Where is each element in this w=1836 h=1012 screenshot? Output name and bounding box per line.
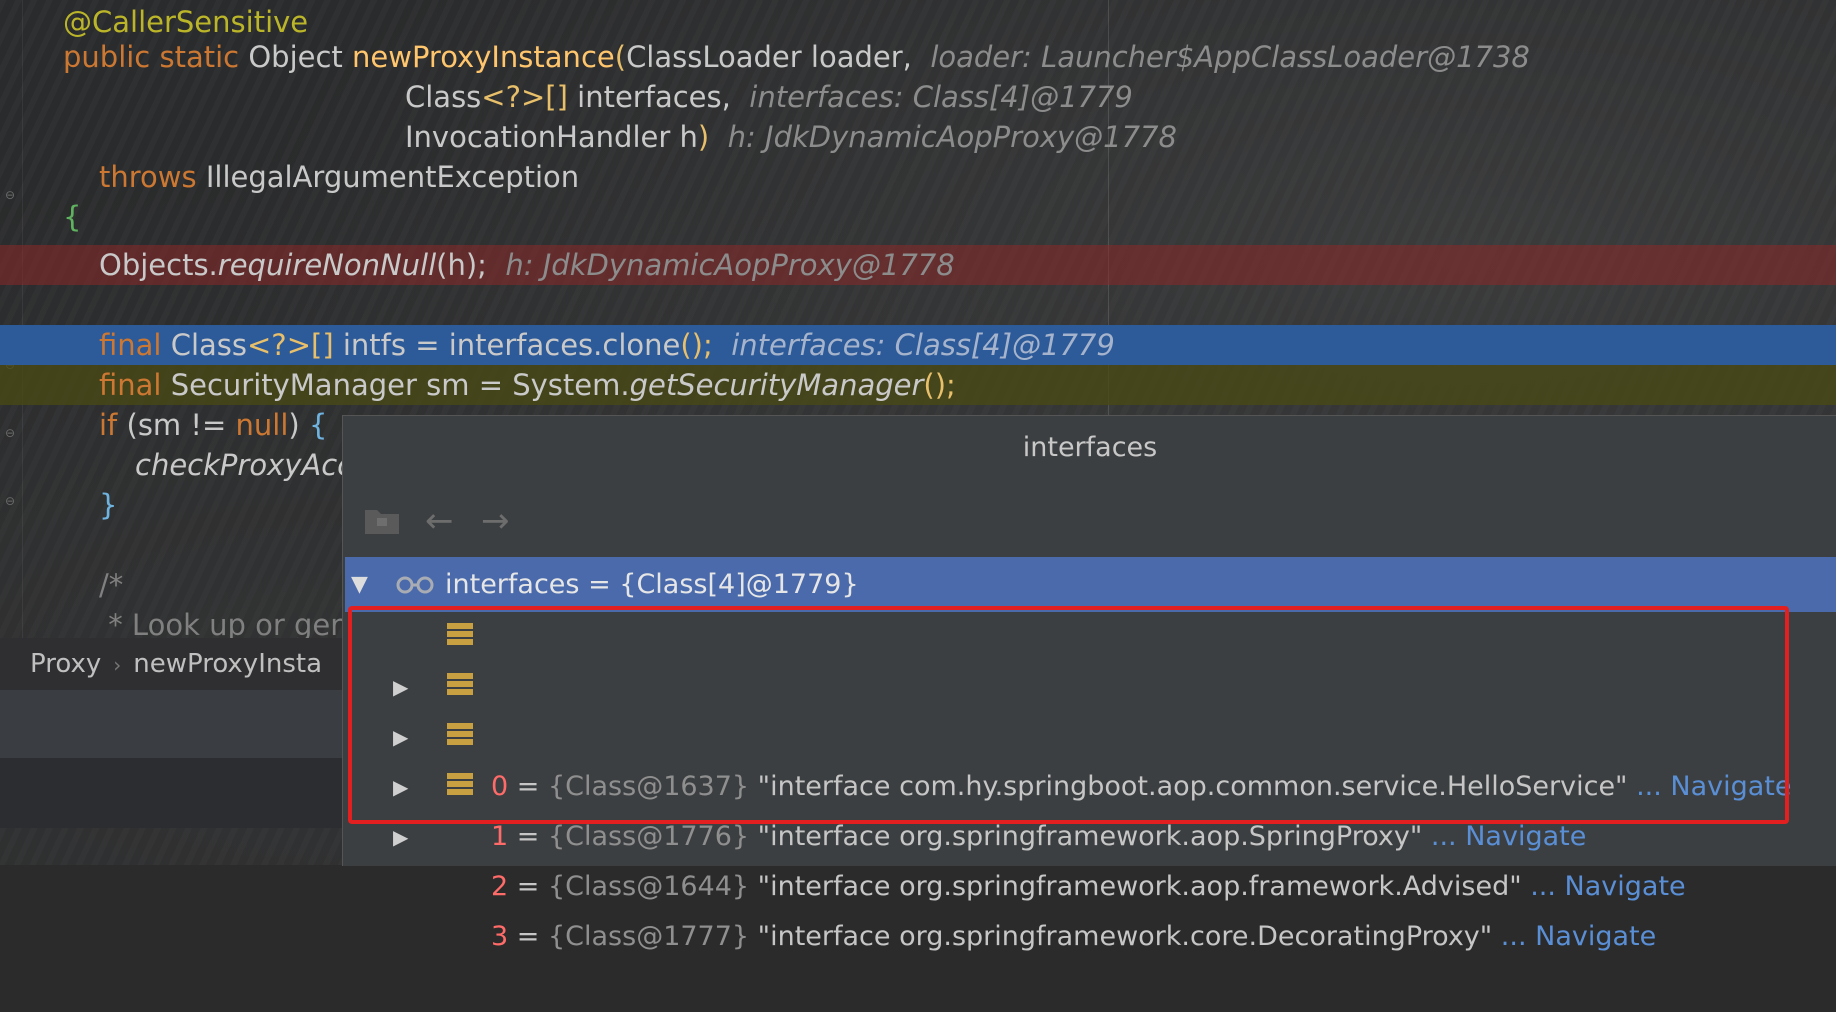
code-line: { — [0, 197, 1836, 237]
keyword: final — [99, 328, 162, 362]
popup-title: interfaces — [1022, 432, 1158, 463]
value-string: "interface org.springframework.core.Deco… — [749, 921, 1493, 952]
method-name: newProxyInstance — [352, 40, 615, 74]
brace: { — [308, 408, 328, 442]
inline-debug-value: interfaces: Class[4]@1779 — [731, 328, 1115, 362]
type-name: IllegalArgumentException — [205, 160, 580, 194]
keyword: null — [235, 408, 289, 442]
code-line: InvocationHandler h) h: JdkDynamicAopPro… — [0, 117, 1836, 157]
keyword: throws — [99, 160, 197, 194]
debug-panel-header — [0, 690, 345, 758]
inline-debug-value: h: JdkDynamicAopProxy@1778 — [505, 248, 955, 282]
code-text: SecurityManager sm = System. — [170, 368, 630, 402]
root-label: interfaces = {Class[4]@1779} — [445, 569, 859, 600]
paren: ( — [614, 40, 627, 74]
breadcrumb-item-proxy[interactable]: Proxy — [30, 649, 101, 679]
param: ClassLoader loader, — [626, 40, 912, 74]
type-name: Class — [170, 328, 247, 362]
inline-debug-value: h: JdkDynamicAopProxy@1778 — [727, 120, 1177, 154]
current-execution-line[interactable]: final Class<?>[] intfs = interfaces.clon… — [0, 325, 1836, 365]
code-line: throws IllegalArgumentException — [0, 157, 1836, 197]
array-index: 3 — [491, 921, 509, 952]
annotation-text: @CallerSensitive — [63, 5, 309, 39]
equals: = — [508, 821, 548, 852]
breadcrumb-item-method[interactable]: newProxyInsta — [133, 649, 322, 679]
forward-arrow-icon[interactable]: → — [481, 496, 510, 546]
keyword: if — [99, 408, 118, 442]
paren: (); — [680, 328, 713, 362]
array-index: 1 — [491, 821, 509, 852]
array-brackets: [] — [311, 328, 334, 362]
type-name: Object — [248, 40, 343, 74]
highlight-annotation-box — [348, 606, 1789, 824]
brace: } — [99, 488, 118, 522]
navigate-link[interactable]: ... Navigate — [1492, 921, 1656, 952]
class-ref: Objects. — [99, 248, 218, 282]
value-string: "interface org.springframework.aop.Sprin… — [749, 821, 1423, 852]
code-line: public static Object newProxyInstance(Cl… — [0, 37, 1836, 77]
debug-panel-body — [0, 758, 345, 828]
brace: { — [63, 200, 82, 234]
object-ref: {Class@1777} — [547, 921, 750, 952]
folder-icon[interactable] — [363, 502, 401, 538]
type-name: Class — [405, 80, 482, 114]
back-arrow-icon[interactable]: ← — [425, 496, 454, 546]
param: interfaces, — [567, 80, 731, 114]
tree-root-row[interactable]: ▼ interfaces = {Class[4]@1779} — [345, 557, 1836, 612]
method-name: checkProxyAcc — [135, 448, 354, 482]
code-line: @CallerSensitive — [0, 2, 1836, 42]
generic: <?> — [481, 80, 546, 114]
array-index: 2 — [491, 871, 509, 902]
keyword: final — [99, 368, 162, 402]
equals: = — [508, 921, 548, 952]
object-ref: {Class@1776} — [547, 821, 750, 852]
args: (h); — [436, 248, 487, 282]
code-text: (sm != — [126, 408, 236, 442]
breakpoint-line[interactable]: Objects.requireNonNull(h); h: JdkDynamic… — [0, 245, 1836, 285]
inline-debug-value: interfaces: Class[4]@1779 — [749, 80, 1133, 114]
equals: = — [508, 871, 548, 902]
paren: ) — [697, 120, 710, 154]
array-brackets: [] — [545, 80, 568, 114]
object-ref: {Class@1644} — [547, 871, 750, 902]
param: InvocationHandler h — [405, 120, 698, 154]
code-line: final SecurityManager sm = System.getSec… — [0, 365, 1836, 405]
code-text: intfs = interfaces.clone — [333, 328, 681, 362]
collapse-triangle-icon[interactable]: ▼ — [351, 557, 368, 612]
value-string: "interface org.springframework.aop.frame… — [749, 871, 1522, 902]
generic: <?> — [247, 328, 311, 362]
breadcrumb-separator: › — [113, 653, 122, 677]
breadcrumb: Proxy › newProxyInsta — [0, 638, 345, 690]
method-name: requireNonNull — [217, 248, 437, 282]
paren: (); — [923, 368, 956, 402]
code-text: ) — [288, 408, 309, 442]
code-line: Class<?>[] interfaces, interfaces: Class… — [0, 77, 1836, 117]
keyword: public static — [63, 40, 240, 74]
navigate-link[interactable]: ... Navigate — [1422, 821, 1586, 852]
comment: /* — [99, 568, 124, 602]
inline-debug-value: loader: Launcher$AppClassLoader@1738 — [930, 40, 1530, 74]
navigate-link[interactable]: ... Navigate — [1522, 871, 1685, 902]
method-name: getSecurityManager — [629, 368, 924, 402]
